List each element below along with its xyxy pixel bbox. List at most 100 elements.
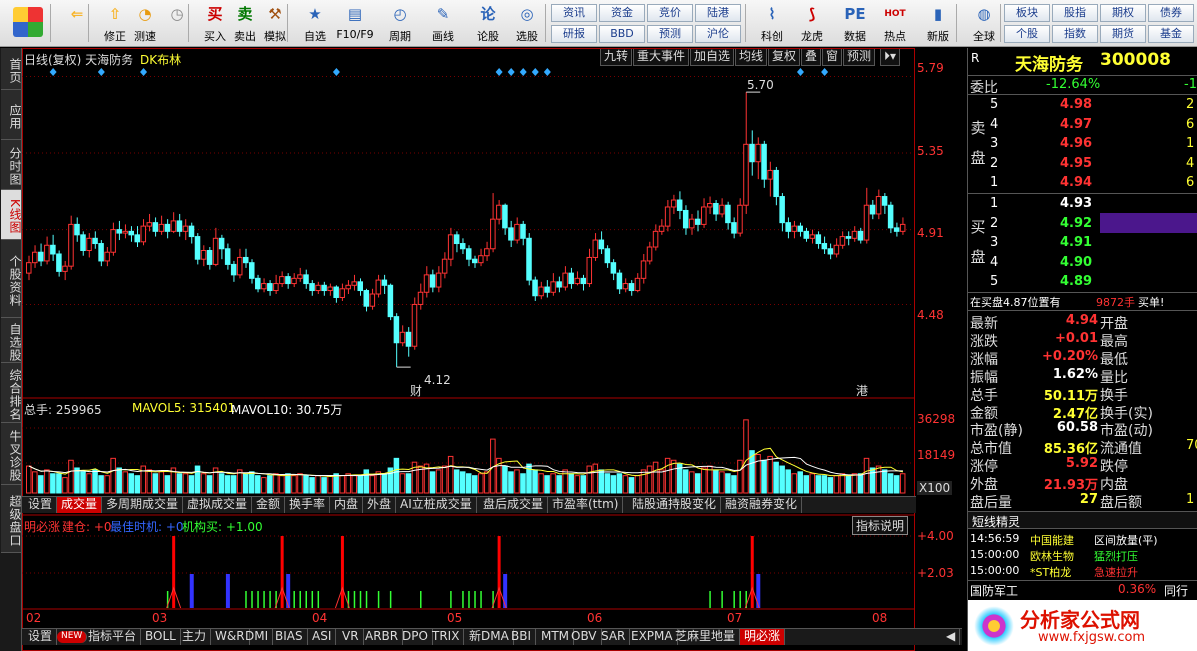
sector-row[interactable]: 国防军工 0.36% 同行 bbox=[968, 580, 1197, 598]
sprite-header[interactable]: 短线精灵 bbox=[968, 511, 1197, 529]
menu-logo-icon[interactable] bbox=[8, 2, 48, 45]
indicator-tab[interactable]: BIAS bbox=[271, 629, 308, 645]
chart-option-button[interactable]: 重大事件 bbox=[633, 49, 690, 66]
quick-button[interactable]: 板块 bbox=[1004, 4, 1050, 22]
chart-canvas[interactable] bbox=[22, 48, 916, 651]
volume-tab[interactable]: 内盘 bbox=[330, 497, 364, 513]
chart-option-button[interactable]: 窗 bbox=[822, 49, 843, 66]
toolbar-self-select-button[interactable]: ★ 自选 bbox=[296, 2, 334, 45]
indicator-help-button[interactable]: 指标说明 bbox=[852, 516, 909, 535]
toolbar-kechuang-button[interactable]: ⌇ 科创 bbox=[753, 2, 791, 45]
indicator-tab[interactable]: 主力 bbox=[178, 629, 212, 645]
indicator-tab[interactable]: ASI bbox=[308, 629, 337, 645]
buy-row[interactable]: 4 4.90 bbox=[968, 254, 1197, 272]
nav-item[interactable]: 自选股 bbox=[1, 318, 22, 363]
quick-button[interactable]: 指数 bbox=[1052, 25, 1098, 43]
nav-item[interactable]: 个股资料 bbox=[1, 240, 22, 318]
quick-button[interactable]: 资讯 bbox=[551, 4, 597, 22]
nav-item[interactable]: 牛叉诊股 bbox=[1, 423, 22, 485]
chart-option-button[interactable]: 预测 bbox=[843, 49, 876, 66]
quick-button[interactable]: BBD bbox=[599, 25, 645, 43]
big-order-notice[interactable]: 在买盘4.87位置有 9872手 买单! bbox=[968, 292, 1197, 310]
chart-option-button[interactable]: 均线 bbox=[735, 49, 768, 66]
volume-tab[interactable]: 成交量 bbox=[57, 497, 103, 513]
quick-button[interactable]: 资金 bbox=[599, 4, 645, 22]
event-marker-gang[interactable]: 港 bbox=[856, 382, 868, 399]
chart-more-icon[interactable]: ⏵▾ bbox=[880, 49, 901, 66]
sell-row[interactable]: 4 4.97 6 bbox=[968, 116, 1197, 134]
nav-item[interactable]: 首页 bbox=[1, 48, 22, 90]
quick-button[interactable]: 基金 bbox=[1148, 25, 1194, 43]
volume-tab[interactable]: 虚拟成交量 bbox=[183, 497, 253, 513]
indicator-tab[interactable]: 芝麻里地量 bbox=[671, 629, 741, 645]
indicator-tab[interactable]: BBI bbox=[507, 629, 537, 645]
toolbar-lungu-button[interactable]: 论论股 bbox=[469, 2, 507, 45]
indicator-tab[interactable]: TRIX bbox=[428, 629, 465, 645]
sell-row[interactable]: 5 4.98 2 bbox=[968, 96, 1197, 114]
quick-button[interactable]: 研报 bbox=[551, 25, 597, 43]
volume-tab[interactable]: 换手率 bbox=[285, 497, 331, 513]
indicator-tab[interactable]: VR bbox=[338, 629, 364, 645]
sell-row[interactable]: 1 4.94 6 bbox=[968, 174, 1197, 192]
volume-tab[interactable]: 设置 bbox=[24, 497, 58, 513]
quick-button[interactable]: 债券 bbox=[1148, 4, 1194, 22]
quick-button[interactable]: 股指 bbox=[1052, 4, 1098, 22]
indicator-tab[interactable]: 明必涨 bbox=[740, 629, 786, 645]
scroll-left-icon[interactable]: ◀ bbox=[942, 629, 961, 645]
nav-item[interactable]: 分时图 bbox=[1, 140, 22, 190]
toolbar-draw-line-button[interactable]: ✎ 画线 bbox=[424, 2, 462, 45]
buy-row[interactable]: 1 4.93 bbox=[968, 195, 1197, 213]
indicator-tab[interactable]: DMI bbox=[241, 629, 274, 645]
quick-button[interactable]: 期权 bbox=[1100, 4, 1146, 22]
indicator-tab[interactable]: 指标平台 bbox=[84, 629, 142, 645]
indicator-tab[interactable]: SAR bbox=[597, 629, 631, 645]
sell-row[interactable]: 2 4.95 4 bbox=[968, 155, 1197, 173]
volume-tab[interactable]: 融资融券变化 bbox=[721, 497, 803, 513]
indicator-tab[interactable]: BOLL bbox=[141, 629, 181, 645]
buy-row[interactable]: 2 4.92 bbox=[968, 215, 1197, 233]
chart-option-button[interactable]: 叠 bbox=[801, 49, 822, 66]
new-badge[interactable]: NEW bbox=[57, 631, 88, 643]
volume-tab[interactable]: 市盈率(ttm) bbox=[548, 497, 624, 513]
toolbar-data-button[interactable]: PE 数据 bbox=[836, 2, 874, 45]
toolbar-longhu-button[interactable]: ⟆ 龙虎 bbox=[793, 2, 831, 45]
toolbar-back-button[interactable]: ⇐ bbox=[58, 2, 96, 45]
toolbar-new-version-button[interactable]: ▮ 新版 bbox=[919, 2, 957, 45]
nav-item[interactable]: 超级盘口 bbox=[1, 485, 22, 553]
chart-option-button[interactable]: 九转 bbox=[600, 49, 633, 66]
chart-option-button[interactable]: 复权 bbox=[768, 49, 801, 66]
buy-row[interactable]: 5 4.89 bbox=[968, 273, 1197, 291]
volume-tab[interactable]: 陆股通持股变化 bbox=[628, 497, 722, 513]
volume-tab[interactable]: 多周期成交量 bbox=[102, 497, 184, 513]
volume-tab[interactable]: 盘后成交量 bbox=[479, 497, 549, 513]
sprite-row[interactable]: 15:00:00 *ST柏龙 急速拉升 bbox=[968, 563, 1197, 581]
indicator-tab[interactable]: ARBR bbox=[361, 629, 404, 645]
toolbar-period-button[interactable]: ◴ 周期 bbox=[381, 2, 419, 45]
toolbar-simulate-button[interactable]: ⚒ 模拟 bbox=[256, 2, 294, 45]
candle-body bbox=[749, 143, 755, 163]
nav-item[interactable]: 应用 bbox=[1, 90, 22, 140]
volume-tab[interactable]: AI立桩成交量 bbox=[396, 497, 477, 513]
quick-button[interactable]: 竞价 bbox=[647, 4, 693, 22]
quick-button[interactable]: 陆港 bbox=[695, 4, 741, 22]
chart-option-button[interactable]: 加自选 bbox=[690, 49, 735, 66]
quick-button[interactable]: 期货 bbox=[1100, 25, 1146, 43]
toolbar-f10-button[interactable]: ▤ F10/F9 bbox=[336, 2, 374, 45]
nav-item[interactable]: 综合排名 bbox=[1, 363, 22, 423]
buy-row[interactable]: 3 4.91 bbox=[968, 234, 1197, 252]
quick-button[interactable]: 预测 bbox=[647, 25, 693, 43]
volume-tab[interactable]: 外盘 bbox=[363, 497, 397, 513]
quick-button[interactable]: 沪伦 bbox=[695, 25, 741, 43]
indicator-name[interactable]: DK布林 bbox=[140, 51, 181, 68]
toolbar-time-button[interactable]: ◷ bbox=[158, 2, 196, 45]
toolbar-hotspot-button[interactable]: HOT 热点 bbox=[876, 2, 914, 45]
event-marker-cai[interactable]: 财 bbox=[410, 382, 422, 399]
volume-bar bbox=[779, 465, 785, 494]
toolbar-global-button[interactable]: ◍ 全球 bbox=[965, 2, 1003, 45]
nav-item[interactable]: K线图 bbox=[1, 190, 22, 240]
toolbar-stock-pick-button[interactable]: ◎ 选股 bbox=[508, 2, 546, 45]
indicator-tab[interactable]: 设置 bbox=[24, 629, 58, 645]
quick-button[interactable]: 个股 bbox=[1004, 25, 1050, 43]
volume-tab[interactable]: 金额 bbox=[252, 497, 286, 513]
sell-row[interactable]: 3 4.96 1 bbox=[968, 135, 1197, 153]
